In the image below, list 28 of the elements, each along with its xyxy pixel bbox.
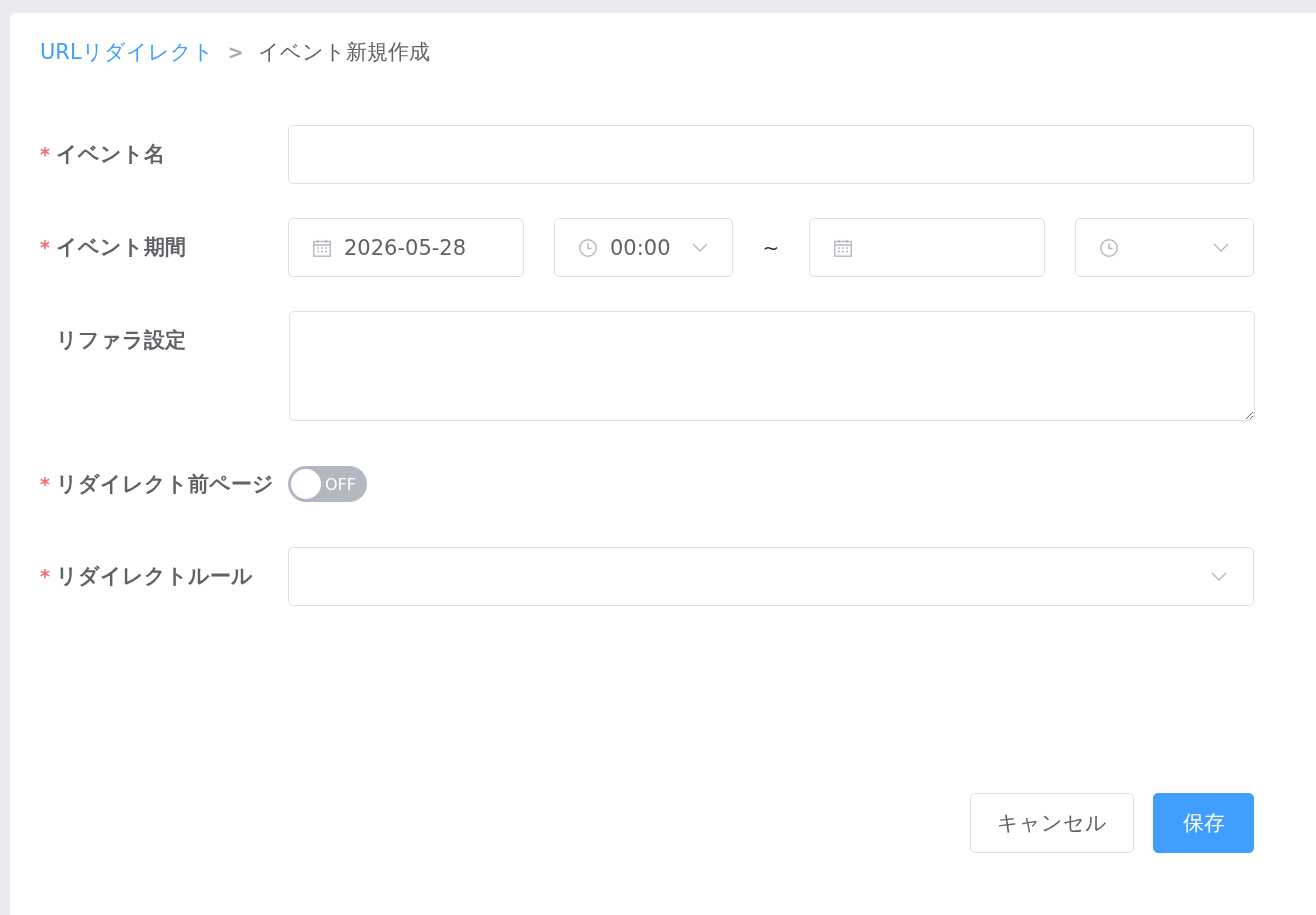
calendar-icon [313, 238, 331, 257]
field-label: イベント名 [55, 141, 165, 168]
textarea-field[interactable] [289, 311, 1255, 421]
chevron-down-icon [692, 243, 708, 252]
field-label: リファラ設定 [56, 327, 186, 354]
cancel-button[interactable]: キャンセル [970, 793, 1134, 853]
field-label: リダイレクト前ページ [55, 471, 274, 498]
breadcrumb-separator: > [227, 41, 244, 63]
clock-icon [1100, 238, 1118, 257]
switch-knob [291, 469, 321, 499]
clock-icon [579, 238, 597, 257]
required-asterisk: * [40, 143, 50, 165]
text-input[interactable] [288, 125, 1254, 184]
date-picker[interactable] [809, 218, 1045, 277]
calendar-icon [834, 238, 852, 257]
time-select[interactable] [1075, 218, 1254, 277]
required-asterisk: * [40, 565, 50, 587]
range-separator: ~ [762, 235, 780, 260]
field-label: リダイレクトルール [55, 563, 253, 590]
required-asterisk: * [40, 473, 50, 495]
field-label: イベント期間 [55, 234, 186, 261]
select-field[interactable] [288, 547, 1254, 606]
chevron-down-icon [1213, 243, 1229, 252]
required-asterisk: * [40, 236, 50, 258]
breadcrumb-current: イベント新規作成 [257, 39, 430, 66]
date-picker[interactable]: 2026-05-28 [288, 218, 524, 277]
time-select[interactable]: 00:00 [554, 218, 733, 277]
chevron-down-icon [1211, 572, 1227, 581]
